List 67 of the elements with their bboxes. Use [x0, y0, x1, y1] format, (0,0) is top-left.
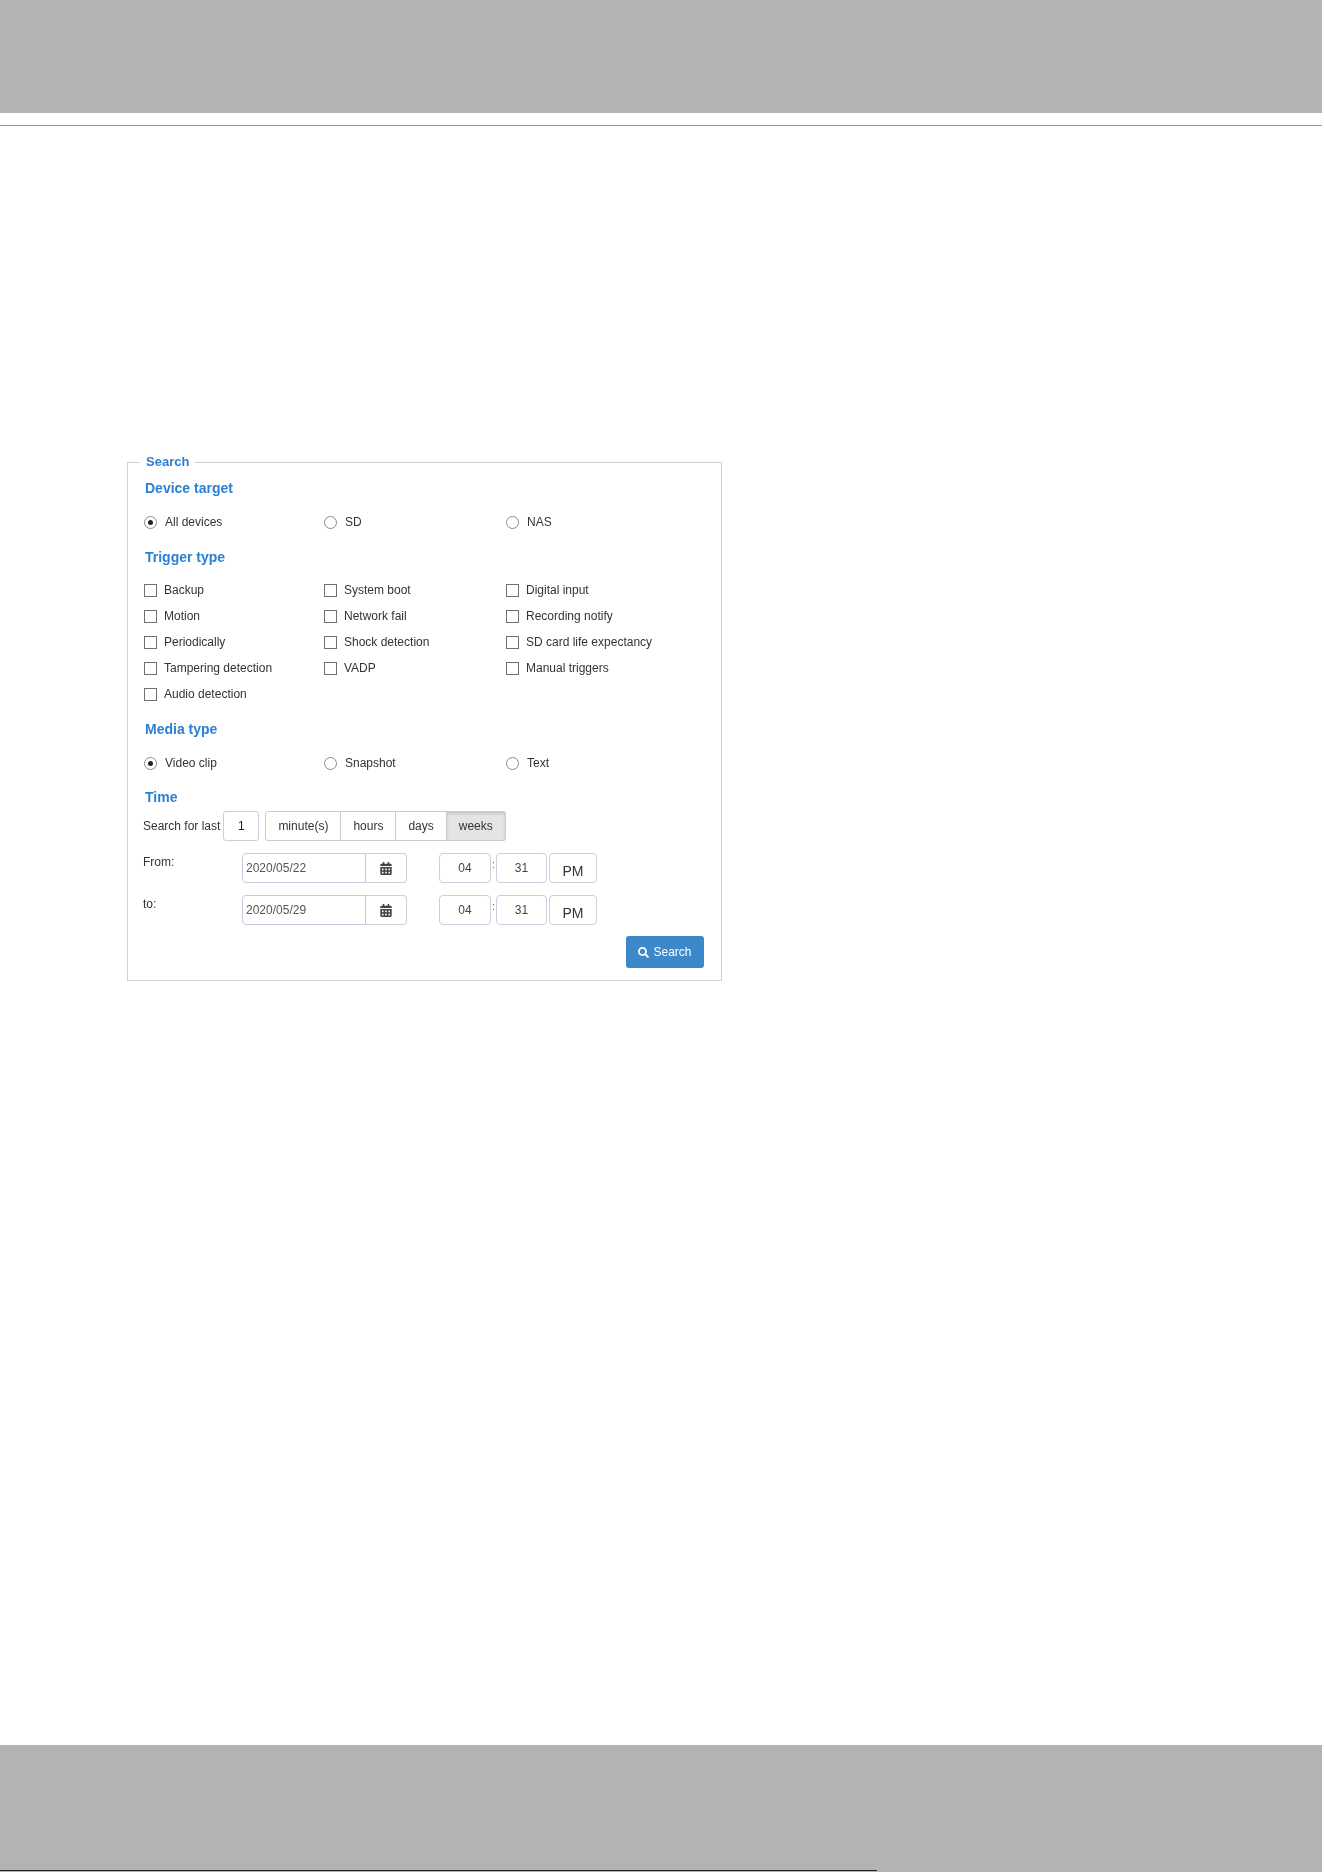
time-separator: : — [491, 901, 496, 913]
panel-title: Search — [145, 454, 191, 470]
option-label: NAS — [527, 514, 552, 530]
checkbox[interactable] — [144, 609, 157, 623]
option-label: Snapshot — [345, 755, 396, 771]
range-label: to: — [143, 896, 158, 913]
checkbox[interactable] — [506, 583, 519, 597]
option-label: Video clip — [165, 755, 217, 771]
option-label: Audio detection — [164, 686, 247, 702]
meridiem-button[interactable]: PM — [549, 853, 597, 883]
option-label: SD — [345, 514, 362, 530]
option-label: Recording notify — [526, 608, 613, 624]
option-label: VADP — [344, 660, 376, 676]
calendar-icon — [380, 861, 392, 875]
option-label: Manual triggers — [526, 660, 609, 676]
checkbox[interactable] — [144, 635, 157, 649]
radio-button[interactable] — [144, 515, 157, 529]
checkbox[interactable] — [506, 661, 519, 675]
radio-button[interactable] — [506, 756, 519, 770]
unit-button[interactable]: days — [396, 811, 447, 841]
count-field[interactable]: 1 — [223, 811, 260, 841]
checkbox[interactable] — [506, 609, 519, 623]
search-last-label: Search for last — [143, 818, 221, 835]
option-label: Tampering detection — [164, 660, 273, 676]
checkbox[interactable] — [324, 635, 337, 649]
meridiem-button[interactable]: PM — [549, 895, 597, 925]
minute-field[interactable]: 31 — [496, 853, 547, 883]
option-label: Backup — [164, 582, 205, 598]
checkbox[interactable] — [324, 661, 337, 675]
radio-button[interactable] — [144, 756, 157, 770]
section-heading: Device target — [145, 479, 234, 498]
hour-field[interactable]: 04 — [439, 853, 491, 883]
time-separator: : — [491, 859, 496, 871]
unit-button[interactable]: minute(s) — [265, 811, 342, 841]
section-heading: Time — [145, 788, 179, 807]
date-field[interactable]: 2020/05/29 — [242, 895, 366, 925]
checkbox[interactable] — [144, 583, 157, 597]
radio-button[interactable] — [506, 515, 519, 529]
hour-field[interactable]: 04 — [439, 895, 491, 925]
unit-button[interactable]: weeks — [446, 811, 506, 841]
option-label: Shock detection — [344, 634, 430, 650]
range-label: From: — [143, 854, 176, 871]
option-label: All devices — [165, 514, 223, 530]
option-label: SD card life expectancy — [526, 634, 653, 650]
radio-button[interactable] — [324, 756, 337, 770]
checkbox[interactable] — [324, 609, 337, 623]
option-label: Periodically — [164, 634, 226, 650]
radio-button[interactable] — [324, 515, 337, 529]
unit-button[interactable]: hours — [341, 811, 397, 841]
option-label: Digital input — [526, 582, 589, 598]
search-icon — [638, 946, 650, 958]
section-heading: Trigger type — [145, 548, 227, 567]
option-label: Text — [527, 755, 549, 771]
search-button[interactable]: Search — [626, 936, 704, 968]
calendar-button[interactable] — [366, 895, 407, 925]
calendar-icon — [380, 903, 392, 917]
minute-field[interactable]: 31 — [496, 895, 547, 925]
checkbox[interactable] — [506, 635, 519, 649]
calendar-button[interactable] — [366, 853, 407, 883]
date-field[interactable]: 2020/05/22 — [242, 853, 366, 883]
option-label: Motion — [164, 608, 201, 624]
checkbox[interactable] — [324, 583, 337, 597]
checkbox[interactable] — [144, 661, 157, 675]
checkbox[interactable] — [144, 687, 157, 701]
section-heading: Media type — [145, 720, 219, 739]
option-label: System boot — [344, 582, 411, 598]
option-label: Network fail — [344, 608, 407, 624]
